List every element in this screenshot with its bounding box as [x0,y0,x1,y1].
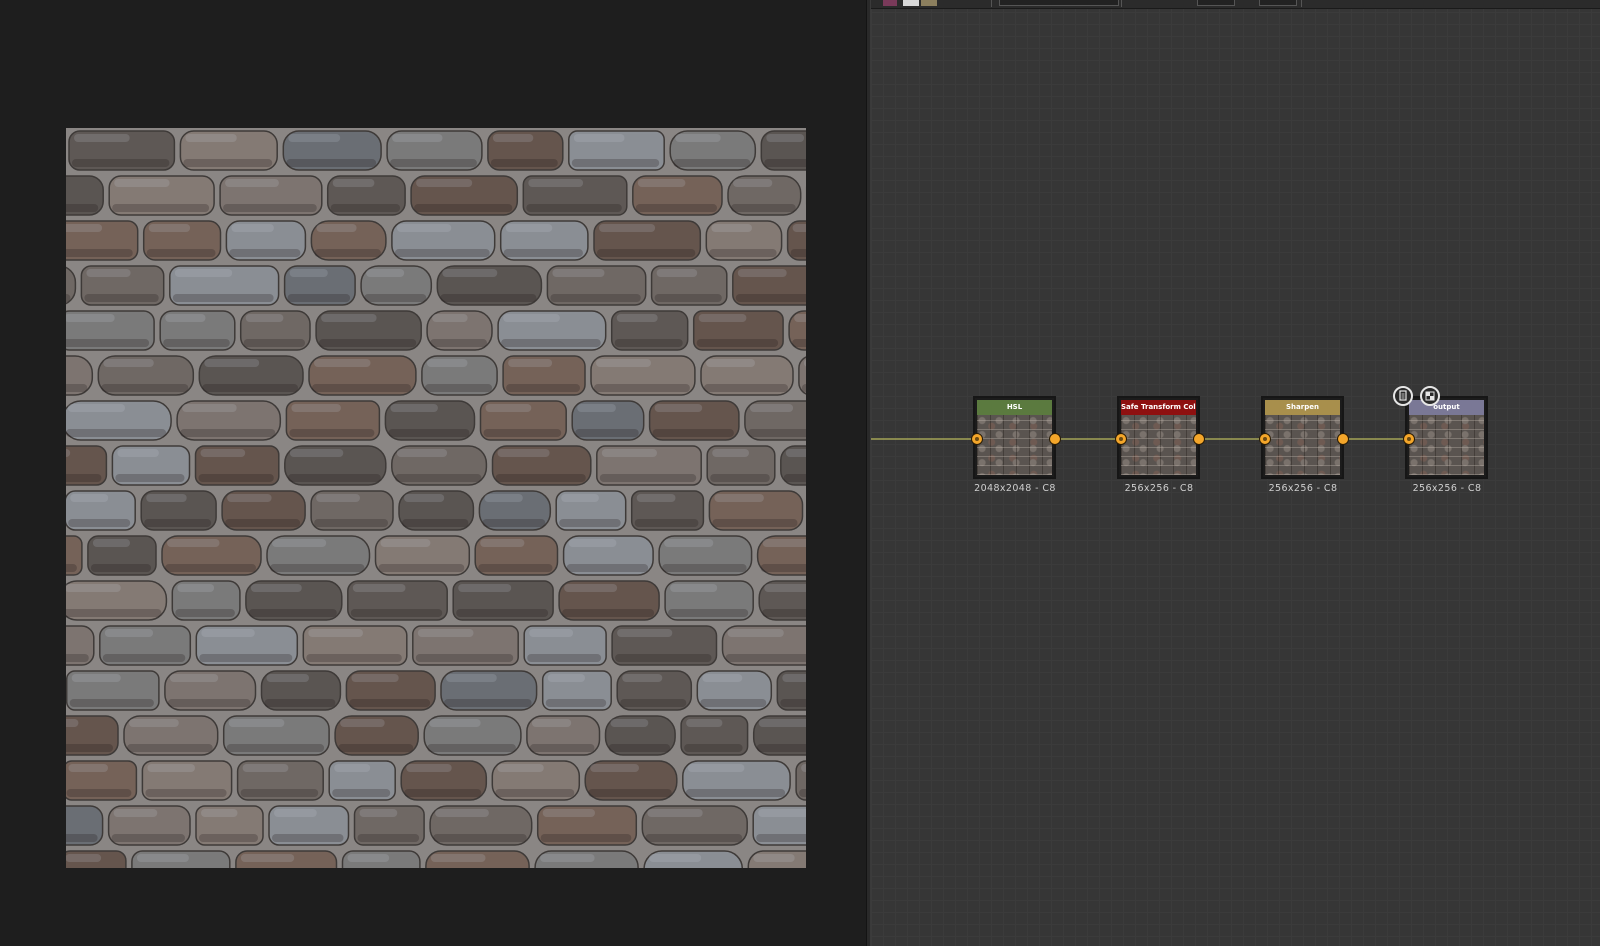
node-info-label: 256x256 - C8 [1124,483,1194,494]
graph-view-panel[interactable]: HSL 2048x2048 - C8 Safe Transform Color … [871,0,1600,946]
stone-wall-texture-image [66,128,806,868]
checker-icon[interactable] [1420,386,1440,406]
node-info-label: 2048x2048 - C8 [974,483,1056,494]
input-port[interactable] [1115,433,1127,445]
output-port[interactable] [1337,433,1349,445]
node-hsl[interactable]: HSL [973,396,1056,479]
node-title: Sharpen [1265,400,1340,415]
input-port[interactable] [971,433,983,445]
input-port[interactable] [1403,433,1415,445]
2d-view-panel[interactable] [0,0,866,946]
input-port[interactable] [1259,433,1271,445]
output-port[interactable] [1193,433,1205,445]
node-thumbnail [1409,415,1484,475]
texture-preview[interactable] [66,128,806,868]
node-thumbnail [977,415,1052,475]
node-sharpen[interactable]: Sharpen [1261,396,1344,479]
output-port[interactable] [1049,433,1061,445]
node-title: HSL [977,400,1052,415]
node-output[interactable]: output [1405,396,1488,479]
node-thumbnail [1265,415,1340,475]
node-safe-transform-color[interactable]: Safe Transform Color [1117,396,1200,479]
node-info-label: 256x256 - C8 [1412,483,1482,494]
document-icon[interactable] [1393,386,1413,406]
node-title: Safe Transform Color [1121,400,1196,415]
node-title: output [1409,400,1484,415]
node-thumbnail [1121,415,1196,475]
node-info-label: 256x256 - C8 [1268,483,1338,494]
